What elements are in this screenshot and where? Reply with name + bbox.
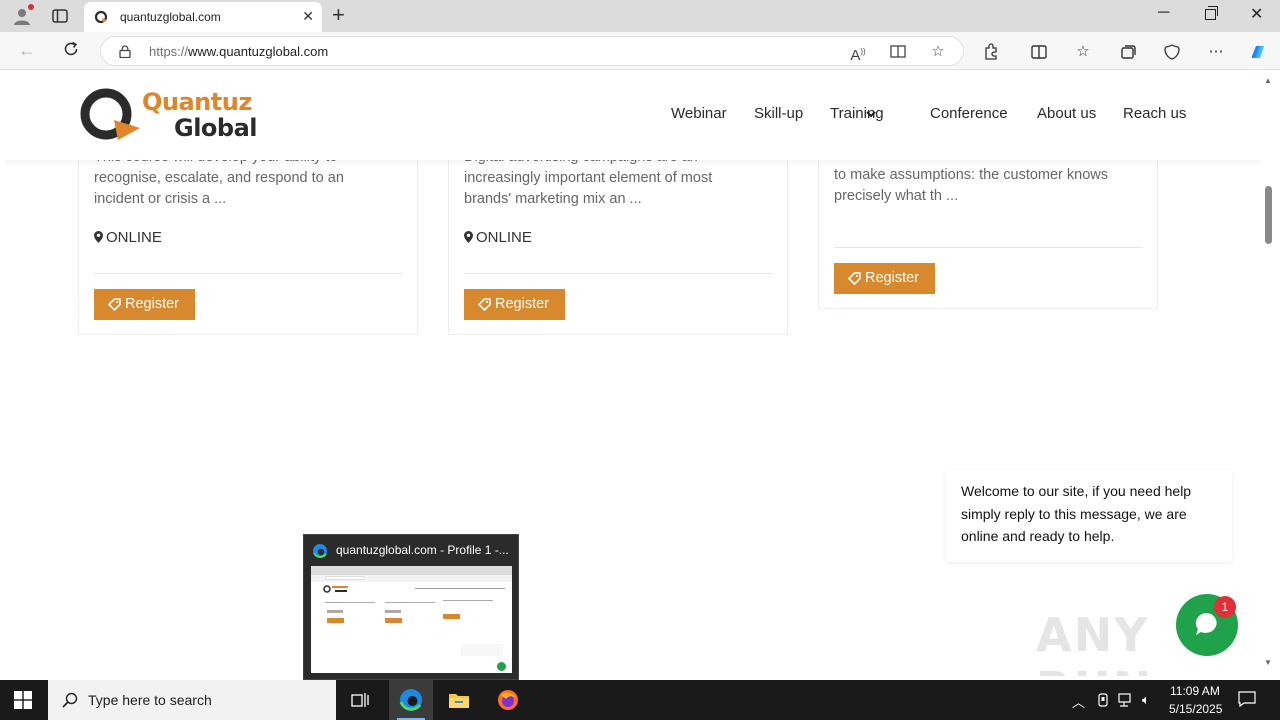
read-aloud-icon[interactable]: A)): [849, 43, 867, 64]
chat-unread-badge: 1: [1214, 596, 1236, 618]
map-pin-icon: [464, 231, 473, 243]
edge-icon: [313, 544, 327, 558]
minimize-window-button[interactable]: ─: [1158, 4, 1169, 22]
show-hidden-icons-icon[interactable]: ︿: [1072, 692, 1085, 711]
address-bar[interactable]: https://www.quantuzglobal.com A)) ☆: [100, 36, 964, 66]
copilot-icon[interactable]: [1248, 42, 1268, 62]
search-placeholder: Type here to search: [88, 692, 212, 708]
browser-tab-bar: quantuzglobal.com ✕ + ─ ✕: [0, 0, 1280, 32]
site-favicon-icon: [94, 10, 108, 24]
tag-icon: [848, 272, 861, 285]
clock-date[interactable]: 5/15/2025: [1169, 702, 1222, 716]
site-logo[interactable]: Quantuz Global: [80, 86, 260, 142]
tab-actions-icon[interactable]: [52, 8, 68, 24]
task-view-button[interactable]: [338, 680, 382, 720]
windows-start-icon[interactable]: [14, 691, 32, 709]
tab-close-icon[interactable]: ✕: [302, 8, 314, 25]
nav-about-us[interactable]: About us: [1037, 105, 1096, 122]
course-location: ONLINE: [94, 229, 162, 246]
nav-webinar[interactable]: Webinar: [671, 105, 727, 122]
immersive-reader-icon[interactable]: [889, 43, 907, 61]
edge-icon: [399, 689, 422, 711]
refresh-icon[interactable]: [62, 40, 80, 58]
notifications-icon[interactable]: [1238, 691, 1256, 707]
active-tab[interactable]: quantuzglobal.com ✕: [84, 2, 322, 32]
scroll-down-arrow-icon[interactable]: ▼: [1264, 658, 1272, 667]
card-divider: [834, 247, 1143, 248]
map-pin-icon: [94, 231, 103, 243]
volume-icon[interactable]: 🔈︎: [1142, 692, 1150, 708]
card-divider: [464, 273, 773, 274]
site-header: Quantuz Global Webinar Skill-up Training…: [4, 70, 1262, 160]
back-button[interactable]: ←: [18, 40, 36, 61]
favorites-icon[interactable]: ☆: [1073, 42, 1093, 62]
favorite-star-icon[interactable]: ☆: [929, 43, 947, 61]
nav-reach-us[interactable]: Reach us: [1123, 105, 1186, 122]
profile-notification-dot: [28, 4, 34, 10]
collections-icon[interactable]: [1118, 42, 1138, 62]
clock-time[interactable]: 11:09 AM: [1170, 684, 1220, 698]
taskbar-window-preview[interactable]: quantuzglobal.com - Profile 1 -...: [303, 534, 519, 680]
restore-window-button[interactable]: [1205, 6, 1218, 20]
taskbar-file-explorer-app[interactable]: [437, 680, 481, 720]
browser-toolbar: ← https://www.quantuzglobal.com A)) ☆ ☆ …: [0, 32, 1280, 70]
usb-device-icon[interactable]: [1096, 692, 1110, 708]
register-button[interactable]: Register: [94, 289, 195, 320]
tab-title: quantuzglobal.com: [120, 10, 221, 24]
taskbar-search-box[interactable]: Type here to search: [48, 680, 336, 720]
chat-welcome-message: Welcome to our site, if you need help si…: [961, 483, 1192, 544]
register-button[interactable]: Register: [464, 289, 565, 320]
page-viewport: This course will develop your ability to…: [4, 70, 1262, 676]
taskbar-edge-app[interactable]: [389, 680, 433, 720]
browser-essentials-icon[interactable]: [1162, 42, 1182, 62]
taskbar-firefox-app[interactable]: [486, 680, 530, 720]
nav-skill-up[interactable]: Skill-up: [754, 105, 803, 122]
preview-thumbnail: [311, 566, 512, 673]
folder-icon: [449, 694, 469, 708]
tag-icon: [478, 298, 491, 311]
lock-icon[interactable]: [119, 45, 131, 58]
scroll-thumb[interactable]: [1265, 186, 1272, 244]
split-screen-icon[interactable]: [1029, 42, 1049, 62]
nav-conference[interactable]: Conference: [930, 105, 1008, 122]
logo-wordmark-bottom: Global: [174, 114, 258, 142]
task-view-icon: [351, 693, 369, 707]
new-tab-button[interactable]: +: [332, 3, 345, 27]
extensions-icon[interactable]: [981, 42, 1001, 62]
url-text[interactable]: https://www.quantuzglobal.com: [149, 44, 328, 59]
more-options-icon[interactable]: ⋯: [1206, 42, 1226, 62]
close-window-button[interactable]: ✕: [1250, 4, 1263, 24]
network-icon[interactable]: [1118, 692, 1134, 708]
tag-icon: [108, 298, 121, 311]
preview-window-title: quantuzglobal.com - Profile 1 -...: [336, 543, 509, 557]
card-divider: [94, 273, 403, 274]
firefox-icon: [498, 690, 518, 710]
search-icon: [62, 692, 78, 708]
logo-mark-icon: [80, 88, 140, 140]
scroll-up-arrow-icon[interactable]: ▲: [1264, 76, 1272, 85]
logo-wordmark-top: Quantuz: [142, 88, 252, 116]
page-scrollbar[interactable]: ▲ ▼: [1262, 70, 1276, 676]
chevron-down-icon[interactable]: [866, 109, 876, 119]
windows-taskbar: Type here to search ︿ 🔈︎ 11:09 AM 5/15/2…: [0, 680, 1280, 720]
register-button[interactable]: Register: [834, 263, 935, 294]
course-location: ONLINE: [464, 229, 532, 246]
chat-welcome-bubble[interactable]: Welcome to our site, if you need help si…: [946, 470, 1232, 562]
